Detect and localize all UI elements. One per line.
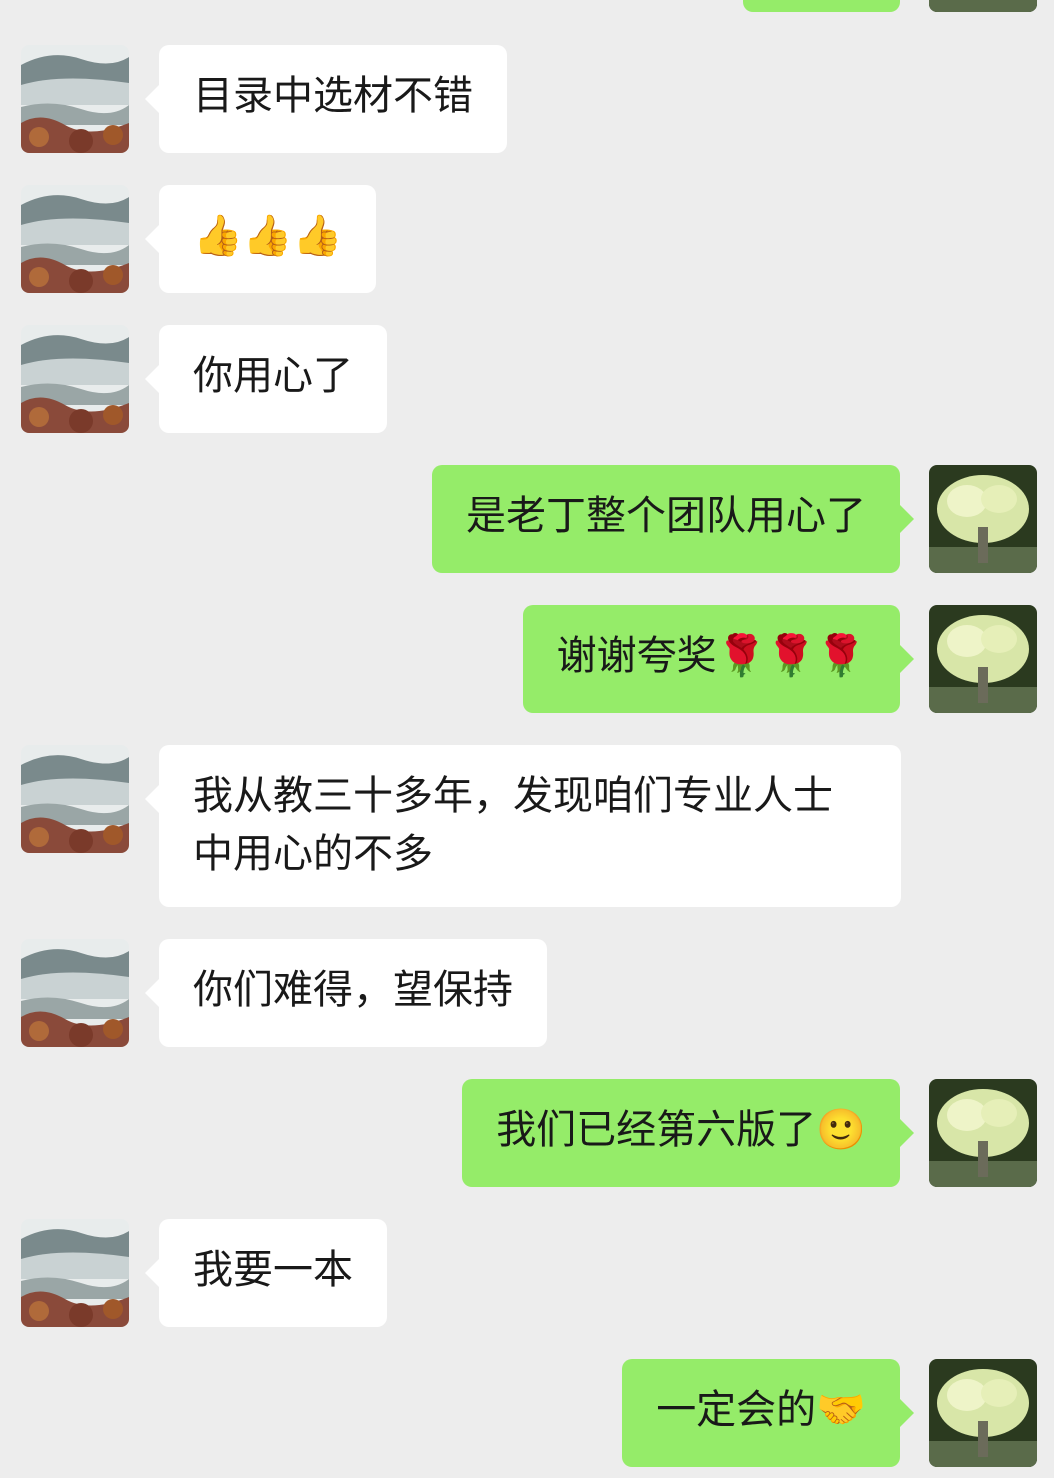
- flowering-tree-icon: [929, 1359, 1037, 1467]
- flowering-tree-icon: [929, 465, 1037, 573]
- contact-avatar[interactable]: [21, 325, 129, 433]
- misty-mountain-icon: [21, 939, 129, 1047]
- flowering-tree-icon: [929, 1079, 1037, 1187]
- misty-mountain-icon: [21, 1219, 129, 1327]
- contact-avatar[interactable]: [21, 185, 129, 293]
- misty-mountain-icon: [21, 185, 129, 293]
- contact-avatar[interactable]: [21, 745, 129, 853]
- incoming-message-bubble[interactable]: 我要一本: [145, 1219, 387, 1327]
- chat-view: 目录中选材不错 👍👍👍 你用心了 是老丁整个团队用心了 谢谢夸奖🌹🌹🌹 我从教三…: [0, 0, 1054, 1478]
- my-avatar-partial[interactable]: [929, 0, 1037, 12]
- misty-mountain-icon: [21, 45, 129, 153]
- contact-avatar[interactable]: [21, 1219, 129, 1327]
- my-avatar[interactable]: [929, 1359, 1037, 1467]
- incoming-message-bubble[interactable]: 我从教三十多年，发现咱们专业人士中用心的不多: [145, 745, 901, 907]
- my-avatar[interactable]: [929, 1079, 1037, 1187]
- incoming-message-bubble[interactable]: 👍👍👍: [144, 185, 377, 293]
- outgoing-message-bubble[interactable]: 是老丁整个团队用心了: [432, 465, 914, 573]
- flowering-tree-icon: [929, 0, 1037, 12]
- outgoing-message-bubble[interactable]: 一定会的🤝: [622, 1359, 914, 1467]
- my-avatar[interactable]: [929, 465, 1037, 573]
- contact-avatar[interactable]: [21, 939, 129, 1047]
- incoming-message-bubble[interactable]: 你们难得，望保持: [145, 939, 547, 1047]
- outgoing-message-bubble[interactable]: 谢谢夸奖🌹🌹🌹: [522, 605, 915, 713]
- incoming-message-bubble[interactable]: 目录中选材不错: [145, 45, 507, 153]
- contact-avatar[interactable]: [21, 45, 129, 153]
- outgoing-message-bubble[interactable]: 我们已经第六版了🙂: [462, 1079, 914, 1187]
- incoming-message-bubble[interactable]: 你用心了: [145, 325, 387, 433]
- misty-mountain-icon: [21, 325, 129, 433]
- outgoing-bubble-partial[interactable]: [743, 0, 900, 12]
- flowering-tree-icon: [929, 605, 1037, 713]
- my-avatar[interactable]: [929, 605, 1037, 713]
- misty-mountain-icon: [21, 745, 129, 853]
